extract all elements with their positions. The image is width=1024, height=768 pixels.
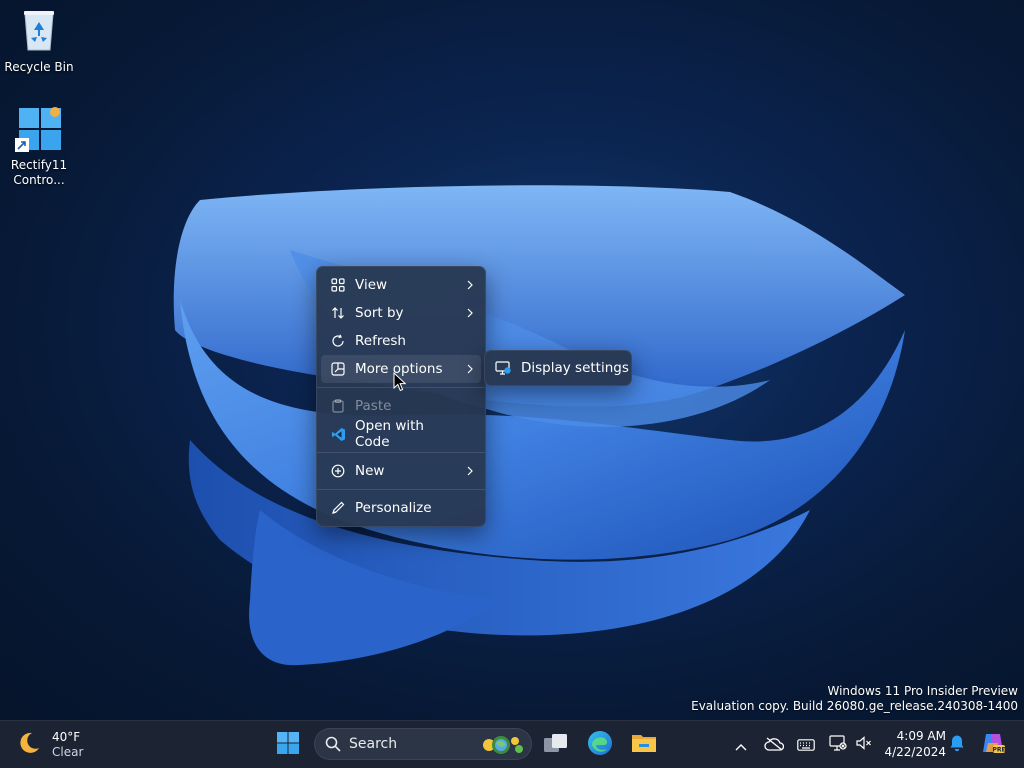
vscode-icon bbox=[321, 427, 355, 442]
windows-logo-icon bbox=[276, 731, 300, 759]
menu-item-label: New bbox=[355, 463, 385, 479]
task-view-button[interactable] bbox=[540, 729, 572, 761]
new-icon bbox=[321, 464, 355, 478]
desktop-icon-label: Rectify11 Contro... bbox=[10, 158, 68, 187]
wallpaper-bloom bbox=[173, 185, 905, 666]
sort-icon bbox=[321, 306, 355, 320]
menu-item-label: Personalize bbox=[355, 500, 432, 516]
taskbar-search-box[interactable]: Search bbox=[314, 728, 532, 760]
search-highlight-icon bbox=[479, 731, 527, 763]
show-hidden-icons-button[interactable] bbox=[730, 729, 752, 761]
menu-item-label: View bbox=[355, 277, 388, 293]
moon-icon bbox=[16, 730, 42, 760]
menu-item-personalize[interactable]: Personalize bbox=[321, 494, 481, 522]
start-button[interactable] bbox=[272, 729, 304, 761]
recycle-bin-icon bbox=[1, 8, 77, 56]
chevron-up-icon bbox=[735, 736, 747, 755]
keyboard-tray-button[interactable] bbox=[794, 729, 818, 761]
menu-item-paste: Paste bbox=[321, 392, 481, 420]
submenu-item-display-settings[interactable]: Display settings bbox=[521, 360, 629, 376]
chevron-right-icon bbox=[459, 364, 481, 374]
weather-condition: Clear bbox=[52, 745, 84, 759]
refresh-icon bbox=[321, 334, 355, 348]
taskbar-clock[interactable]: 4:09 AM 4/22/2024 bbox=[880, 728, 946, 760]
volume-muted-icon bbox=[855, 735, 873, 755]
onedrive-tray-button[interactable] bbox=[762, 729, 786, 761]
mouse-cursor-icon bbox=[393, 372, 407, 392]
network-tray-button[interactable] bbox=[826, 729, 850, 761]
clock-time: 4:09 AM bbox=[896, 729, 946, 743]
more-options-icon bbox=[321, 362, 355, 376]
menu-separator bbox=[317, 452, 485, 453]
watermark-line1: Windows 11 Pro Insider Preview bbox=[827, 684, 1018, 698]
svg-text:PRE: PRE bbox=[992, 747, 1005, 754]
grid-icon bbox=[321, 278, 355, 292]
search-placeholder: Search bbox=[349, 736, 398, 752]
menu-item-label: More options bbox=[355, 361, 443, 377]
menu-separator bbox=[317, 489, 485, 490]
paste-icon bbox=[321, 399, 355, 413]
file-explorer-button[interactable] bbox=[628, 729, 660, 761]
edge-icon bbox=[587, 730, 613, 760]
menu-item-label: Sort by bbox=[355, 305, 404, 321]
cloud-offline-icon bbox=[764, 736, 785, 755]
menu-item-label: Refresh bbox=[355, 333, 406, 349]
notifications-button[interactable] bbox=[946, 729, 968, 761]
desktop-icon-label: Recycle Bin bbox=[4, 60, 74, 74]
copilot-button[interactable]: PRE bbox=[978, 729, 1008, 761]
weather-temperature: 40°F bbox=[52, 730, 81, 744]
more-options-submenu: Display settings bbox=[484, 350, 632, 386]
menu-item-sort-by[interactable]: Sort by bbox=[321, 299, 481, 327]
edge-button[interactable] bbox=[584, 729, 616, 761]
network-icon bbox=[829, 735, 847, 755]
menu-item-label: Paste bbox=[355, 398, 392, 414]
menu-item-new[interactable]: New bbox=[321, 457, 481, 485]
clock-date: 4/22/2024 bbox=[884, 745, 946, 759]
desktop-icon-recycle-bin[interactable]: Recycle Bin bbox=[1, 8, 77, 75]
weather-widget[interactable]: 40°F Clear bbox=[16, 729, 83, 761]
desktop-icon-rectify11[interactable]: Rectify11 Contro... bbox=[1, 106, 77, 188]
copilot-icon: PRE bbox=[980, 731, 1006, 759]
keyboard-icon bbox=[797, 736, 815, 755]
menu-item-view[interactable]: View bbox=[321, 271, 481, 299]
chevron-right-icon bbox=[459, 466, 481, 476]
pen-icon bbox=[321, 501, 355, 515]
menu-item-label: Open with Code bbox=[355, 418, 424, 450]
display-settings-icon bbox=[485, 361, 521, 375]
control-panel-icon bbox=[15, 106, 63, 154]
menu-item-refresh[interactable]: Refresh bbox=[321, 327, 481, 355]
desktop-context-menu: View Sort by Refresh More options Paste … bbox=[316, 266, 486, 527]
search-icon bbox=[325, 736, 341, 752]
evaluation-watermark: Windows 11 Pro Insider Preview Evaluatio… bbox=[691, 684, 1018, 714]
volume-tray-button[interactable] bbox=[852, 729, 876, 761]
bell-icon bbox=[949, 734, 965, 756]
watermark-line2: Evaluation copy. Build 26080.ge_release.… bbox=[691, 699, 1018, 713]
chevron-right-icon bbox=[459, 308, 481, 318]
folder-icon bbox=[630, 731, 658, 759]
menu-item-open-with-code[interactable]: Open with Code bbox=[321, 418, 481, 450]
chevron-right-icon bbox=[459, 280, 481, 290]
task-view-icon bbox=[543, 732, 569, 758]
